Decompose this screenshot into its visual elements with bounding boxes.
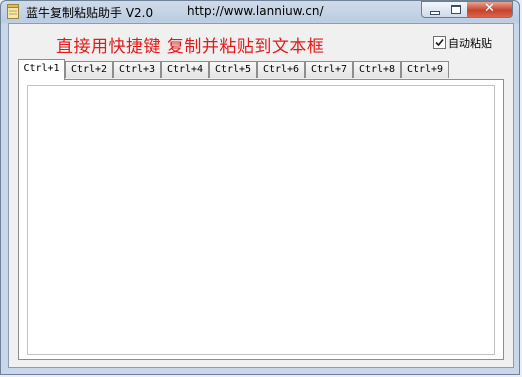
tab-ctrl-4[interactable]: Ctrl+4 <box>161 61 209 78</box>
tab-ctrl-8[interactable]: Ctrl+8 <box>353 61 401 78</box>
website-url: http://www.lanniuw.cn/ <box>187 4 324 18</box>
app-window: 蓝牛复制粘贴助手 V2.0 http://www.lanniuw.cn/ ✕ 直… <box>0 0 520 375</box>
auto-paste-checkbox[interactable] <box>433 36 446 49</box>
notepad-icon <box>7 4 19 19</box>
paste-text-area[interactable] <box>27 85 495 355</box>
tab-ctrl-2[interactable]: Ctrl+2 <box>65 61 113 78</box>
tab-ctrl-5[interactable]: Ctrl+5 <box>209 61 257 78</box>
checkmark-icon <box>435 38 444 47</box>
close-button[interactable]: ✕ <box>467 1 513 18</box>
minimize-button[interactable] <box>421 1 445 18</box>
close-icon: ✕ <box>484 1 495 16</box>
instruction-headline: 直接用快捷键 复制并粘贴到文本框 <box>56 37 325 57</box>
tab-ctrl-6[interactable]: Ctrl+6 <box>257 61 305 78</box>
auto-paste-label: 自动粘贴 <box>448 37 492 50</box>
tab-ctrl-3[interactable]: Ctrl+3 <box>113 61 161 78</box>
tab-ctrl-9[interactable]: Ctrl+9 <box>401 61 449 78</box>
client-area: 直接用快捷键 复制并粘贴到文本框 自动粘贴 Ctrl+1 Ctrl+2 Ctrl… <box>8 23 514 368</box>
maximize-button[interactable] <box>444 1 468 18</box>
tab-panel <box>18 79 504 360</box>
window-title: 蓝牛复制粘贴助手 V2.0 <box>26 6 154 20</box>
tab-ctrl-1[interactable]: Ctrl+1 <box>18 59 65 80</box>
title-bar[interactable]: 蓝牛复制粘贴助手 V2.0 http://www.lanniuw.cn/ ✕ <box>1 1 519 23</box>
tab-ctrl-7[interactable]: Ctrl+7 <box>305 61 353 78</box>
